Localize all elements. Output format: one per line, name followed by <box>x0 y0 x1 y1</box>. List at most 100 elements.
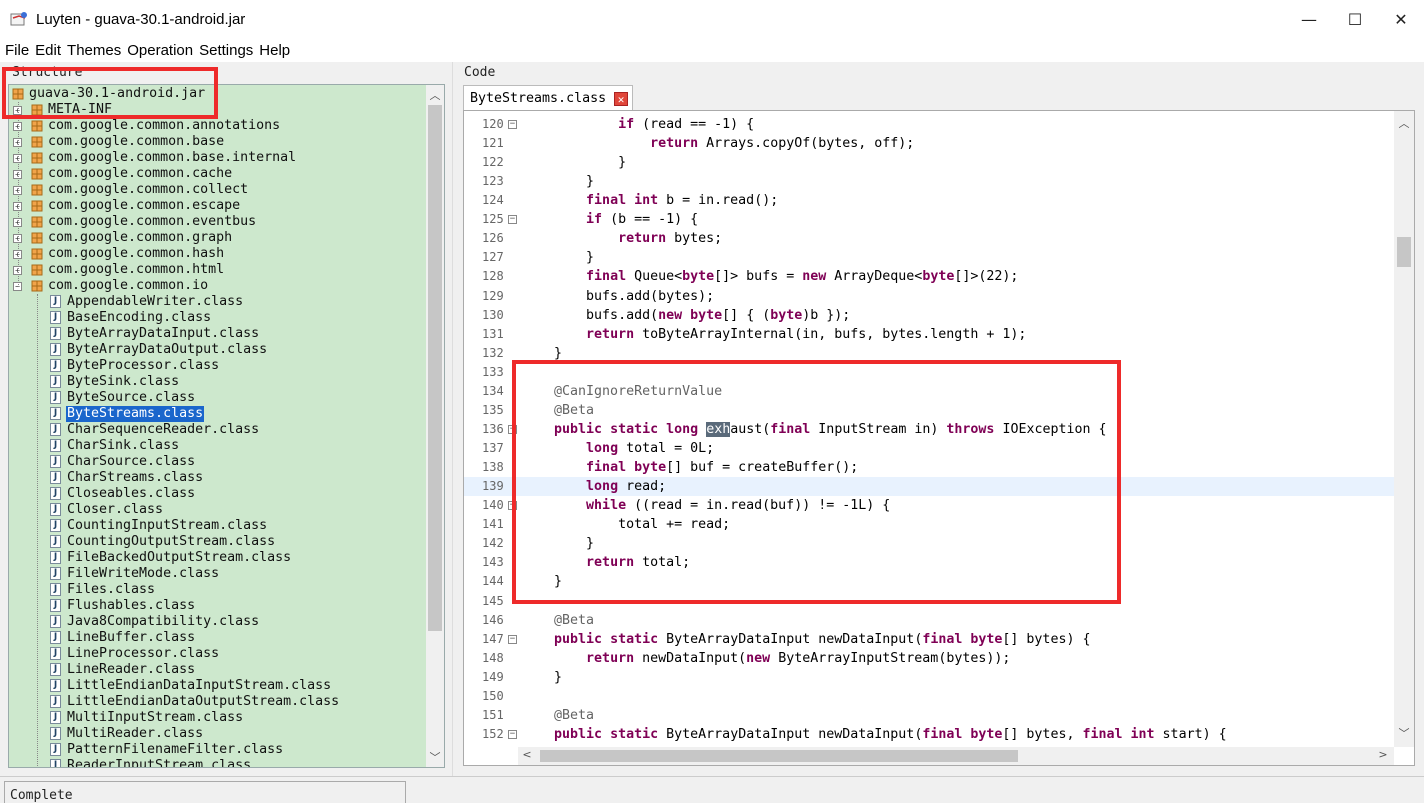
tree-class[interactable]: J ByteProcessor.class <box>9 358 427 374</box>
code-line[interactable]: 124 final int b = in.read(); <box>464 191 1394 210</box>
tree-package[interactable]: + com.google.common.annotations <box>9 118 427 134</box>
code-line[interactable]: 148 return newDataInput(new ByteArrayInp… <box>464 649 1394 668</box>
panel-splitter[interactable] <box>452 62 458 776</box>
tree-class[interactable]: J Java8Compatibility.class <box>9 614 427 630</box>
tree-package[interactable]: + com.google.common.cache <box>9 166 427 182</box>
code-line[interactable]: 146 @Beta <box>464 611 1394 630</box>
code-text: return newDataInput(new ByteArrayInputSt… <box>586 650 1011 666</box>
tree-package[interactable]: + com.google.common.escape <box>9 198 427 214</box>
tree-class[interactable]: J Closer.class <box>9 502 427 518</box>
code-text: return Arrays.copyOf(bytes, off); <box>650 136 915 152</box>
code-text: @Beta <box>522 707 595 723</box>
tree-class[interactable]: J CountingOutputStream.class <box>9 534 427 550</box>
code-line[interactable]: 127 } <box>464 248 1394 267</box>
fold-toggle-icon[interactable]: − <box>508 634 517 644</box>
tree-package[interactable]: + com.google.common.base <box>9 134 427 150</box>
tree-class[interactable]: J AppendableWriter.class <box>9 294 427 310</box>
menu-themes[interactable]: Themes <box>67 42 121 59</box>
tree-guide-line <box>18 102 19 287</box>
line-number: 123 <box>482 174 504 189</box>
code-line[interactable]: 129 bufs.add(bytes); <box>464 287 1394 306</box>
menu-settings[interactable]: Settings <box>199 42 253 59</box>
tree-class[interactable]: J PatternFilenameFilter.class <box>9 742 427 758</box>
tree-class[interactable]: J ByteArrayDataInput.class <box>9 326 427 342</box>
code-line[interactable]: 121 return Arrays.copyOf(bytes, off); <box>464 134 1394 153</box>
tree-class[interactable]: J ReaderInputStream.class <box>9 758 427 767</box>
code-line[interactable]: 125− if (b == -1) { <box>464 210 1394 229</box>
tree-scroll-thumb[interactable] <box>428 105 442 631</box>
scroll-down-arrow-icon[interactable]: ﹀ <box>426 749 444 765</box>
tree-class-label: FileBackedOutputStream.class <box>67 550 292 565</box>
tree-class[interactable]: J FileBackedOutputStream.class <box>9 550 427 566</box>
code-hscroll-thumb[interactable] <box>540 750 1018 762</box>
code-scroll-left-arrow-icon[interactable]: < <box>518 748 536 761</box>
tree-class[interactable]: J FileWriteMode.class <box>9 566 427 582</box>
code-scroll-up-arrow-icon[interactable]: ︿ <box>1395 115 1413 131</box>
tree-class[interactable]: J CharSource.class <box>9 454 427 470</box>
tree-package[interactable]: + com.google.common.base.internal <box>9 150 427 166</box>
tree-class[interactable]: J LittleEndianDataOutputStream.class <box>9 694 427 710</box>
tree-class-label: LittleEndianDataInputStream.class <box>67 678 332 693</box>
tree-package[interactable]: + com.google.common.graph <box>9 230 427 246</box>
code-line[interactable]: 130 bufs.add(new byte[] { (byte)b }); <box>464 306 1394 325</box>
tab-bytestreams[interactable]: ByteStreams.class ✕ <box>463 85 633 111</box>
code-line[interactable]: 150 <box>464 687 1394 706</box>
fold-toggle-icon[interactable]: − <box>508 729 517 739</box>
maximize-button[interactable]: ☐ <box>1332 0 1378 38</box>
tree-package[interactable]: + com.google.common.collect <box>9 182 427 198</box>
tree-package[interactable]: + com.google.common.hash <box>9 246 427 262</box>
tree-class[interactable]: J LineBuffer.class <box>9 630 427 646</box>
code-line[interactable]: 122 } <box>464 153 1394 172</box>
class-file-icon: J <box>50 487 61 500</box>
tree-class[interactable]: J ByteStreams.class <box>9 406 427 422</box>
class-file-icon: J <box>50 759 61 767</box>
tree-class[interactable]: J ByteSink.class <box>9 374 427 390</box>
tree-class-label: LineReader.class <box>67 662 196 677</box>
tree-class[interactable]: J LineProcessor.class <box>9 646 427 662</box>
code-vscroll-thumb[interactable] <box>1397 237 1411 267</box>
code-line[interactable]: 128 final Queue<byte[]> bufs = new Array… <box>464 267 1394 286</box>
tree-class-label: LineBuffer.class <box>67 630 196 645</box>
tree-class[interactable]: J CharSink.class <box>9 438 427 454</box>
fold-toggle-icon[interactable]: − <box>508 215 517 225</box>
tree-class[interactable]: J Closeables.class <box>9 486 427 502</box>
tree-class[interactable]: J MultiInputStream.class <box>9 710 427 726</box>
code-line[interactable]: 126 return bytes; <box>464 229 1394 248</box>
code-line[interactable]: 152− public static ByteArrayDataInput ne… <box>464 725 1394 744</box>
tree-class[interactable]: J LineReader.class <box>9 662 427 678</box>
tab-close-icon[interactable]: ✕ <box>614 91 629 106</box>
tree-class[interactable]: J ByteSource.class <box>9 390 427 406</box>
code-vertical-scrollbar[interactable]: ︿ ﹀ <box>1394 111 1414 747</box>
tree-class[interactable]: J MultiReader.class <box>9 726 427 742</box>
menu-edit[interactable]: Edit <box>35 42 61 59</box>
tree-class[interactable]: J ByteArrayDataOutput.class <box>9 342 427 358</box>
menu-file[interactable]: File <box>5 42 29 59</box>
tree-package[interactable]: + com.google.common.eventbus <box>9 214 427 230</box>
minimize-button[interactable]: — <box>1286 0 1332 38</box>
code-line[interactable]: 131 return toByteArrayInternal(in, bufs,… <box>464 325 1394 344</box>
fold-toggle-icon[interactable]: − <box>508 120 517 129</box>
code-line[interactable]: 123 } <box>464 172 1394 191</box>
code-line[interactable]: 147− public static ByteArrayDataInput ne… <box>464 630 1394 649</box>
tree-package[interactable]: − com.google.common.io <box>9 278 427 294</box>
tree-package[interactable]: + com.google.common.html <box>9 262 427 278</box>
code-horizontal-scrollbar[interactable]: < > <box>518 747 1394 765</box>
tree-class[interactable]: J CharSequenceReader.class <box>9 422 427 438</box>
close-window-button[interactable]: ✕ <box>1378 0 1424 38</box>
code-scroll-down-arrow-icon[interactable]: ﹀ <box>1395 725 1413 741</box>
structure-tree[interactable]: guava-30.1-android.jar + META-INF + com.goog… <box>8 84 445 768</box>
tree-class[interactable]: J LittleEndianDataInputStream.class <box>9 678 427 694</box>
code-line[interactable]: 120− if (read == -1) { <box>464 115 1394 134</box>
tree-class[interactable]: J CountingInputStream.class <box>9 518 427 534</box>
menu-operation[interactable]: Operation <box>127 42 193 59</box>
menu-help[interactable]: Help <box>259 42 290 59</box>
tree-class[interactable]: J BaseEncoding.class <box>9 310 427 326</box>
tree-class[interactable]: J CharStreams.class <box>9 470 427 486</box>
tree-vertical-scrollbar[interactable]: ︿ ﹀ <box>426 85 444 767</box>
tree-class[interactable]: J Files.class <box>9 582 427 598</box>
code-line[interactable]: 149 } <box>464 668 1394 687</box>
tree-class[interactable]: J Flushables.class <box>9 598 427 614</box>
code-scroll-right-arrow-icon[interactable]: > <box>1374 748 1392 761</box>
scroll-up-arrow-icon[interactable]: ︿ <box>426 87 444 103</box>
code-line[interactable]: 151 @Beta <box>464 706 1394 725</box>
